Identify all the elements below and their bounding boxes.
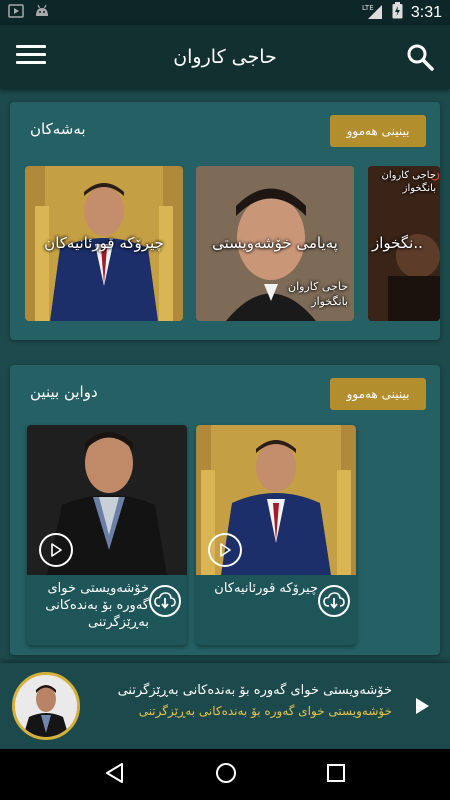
see-all-button[interactable]: بینینی هەموو bbox=[330, 378, 426, 410]
poster-text: حاجی کاروان بانگخواز bbox=[288, 280, 348, 308]
download-icon[interactable] bbox=[149, 585, 181, 617]
android-icon bbox=[34, 3, 50, 22]
signal-icon: LTE bbox=[362, 3, 384, 23]
mini-player[interactable]: خۆشەویستی خوای گەورە بۆ بەندەکانی بەڕێزگ… bbox=[0, 663, 450, 749]
play-icon[interactable] bbox=[208, 533, 242, 567]
play-icon[interactable] bbox=[412, 696, 432, 716]
gallery-icon bbox=[8, 3, 24, 22]
category-label: نگخواز.. bbox=[372, 234, 423, 252]
categories-section: بینینی هەموو بەشەکان ن حاجی کاروان بانگخ… bbox=[10, 102, 440, 340]
section-header: بینینی هەموو بەشەکان bbox=[10, 102, 440, 162]
category-label: چیرۆکە قورئانیەکان bbox=[44, 234, 164, 252]
page-title: حاجی کاروان bbox=[173, 46, 277, 68]
section-title: بەشەکان bbox=[30, 120, 86, 138]
home-icon[interactable] bbox=[215, 762, 237, 788]
see-all-button[interactable]: بینینی هەموو bbox=[330, 115, 426, 147]
video-card[interactable]: خۆشەویستی خوای گەورە بۆ بەندەکانی بەڕێزگ… bbox=[27, 425, 187, 645]
category-label: پەیامی خۆشەویستی bbox=[212, 234, 338, 252]
category-thumbnail[interactable]: چیرۆکە قورئانیەکان bbox=[25, 166, 183, 321]
recent-apps-icon[interactable] bbox=[326, 763, 346, 787]
svg-text:LTE: LTE bbox=[362, 4, 374, 12]
now-playing-title: خۆشەویستی خوای گەورە بۆ بەندەکانی بەڕێزگ… bbox=[117, 683, 392, 698]
video-title: چیرۆکە قورئانیەکان bbox=[214, 581, 318, 596]
video-title: خۆشەویستی خوای گەورە بۆ بەندەکانی بەڕێزگ… bbox=[45, 581, 149, 630]
status-time: 3:31 bbox=[410, 3, 442, 21]
video-card[interactable]: چیرۆکە قورئانیەکان bbox=[196, 425, 356, 645]
now-playing-subtitle: خۆشەویستی خوای گەورە بۆ بەندەکانی بەڕێزگ… bbox=[138, 704, 392, 718]
poster-text: حاجی کاروان بانگخواز bbox=[381, 170, 436, 194]
download-icon[interactable] bbox=[318, 585, 350, 617]
hamburger-menu-icon[interactable] bbox=[16, 45, 46, 69]
status-bar: LTE 3:31 bbox=[0, 0, 450, 25]
play-icon[interactable] bbox=[39, 533, 73, 567]
app-bar: حاجی کاروان bbox=[0, 25, 450, 89]
section-header: بینینی هەموو دواین بینین bbox=[10, 365, 440, 425]
category-thumbnail[interactable]: ن حاجی کاروان بانگخواز نگخواز.. bbox=[368, 166, 440, 321]
search-icon[interactable] bbox=[406, 43, 434, 71]
section-title: دواین بینین bbox=[30, 383, 98, 401]
back-icon[interactable] bbox=[104, 762, 126, 788]
category-thumbnail[interactable]: پەیامی خۆشەویستی حاجی کاروان بانگخواز bbox=[196, 166, 354, 321]
battery-icon bbox=[392, 2, 403, 23]
system-nav-bar bbox=[0, 749, 450, 800]
